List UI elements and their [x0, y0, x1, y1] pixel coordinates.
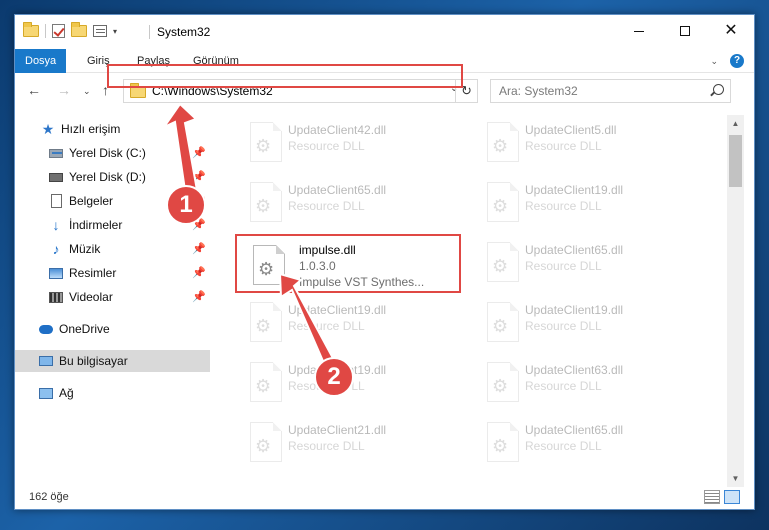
annotation-arrows: [161, 102, 337, 370]
step-1-badge: 1: [166, 185, 206, 225]
arrow-to-address-bar: [161, 102, 200, 199]
step-2-badge: 2: [314, 357, 354, 397]
arrow-to-impulse-file: [278, 272, 337, 370]
